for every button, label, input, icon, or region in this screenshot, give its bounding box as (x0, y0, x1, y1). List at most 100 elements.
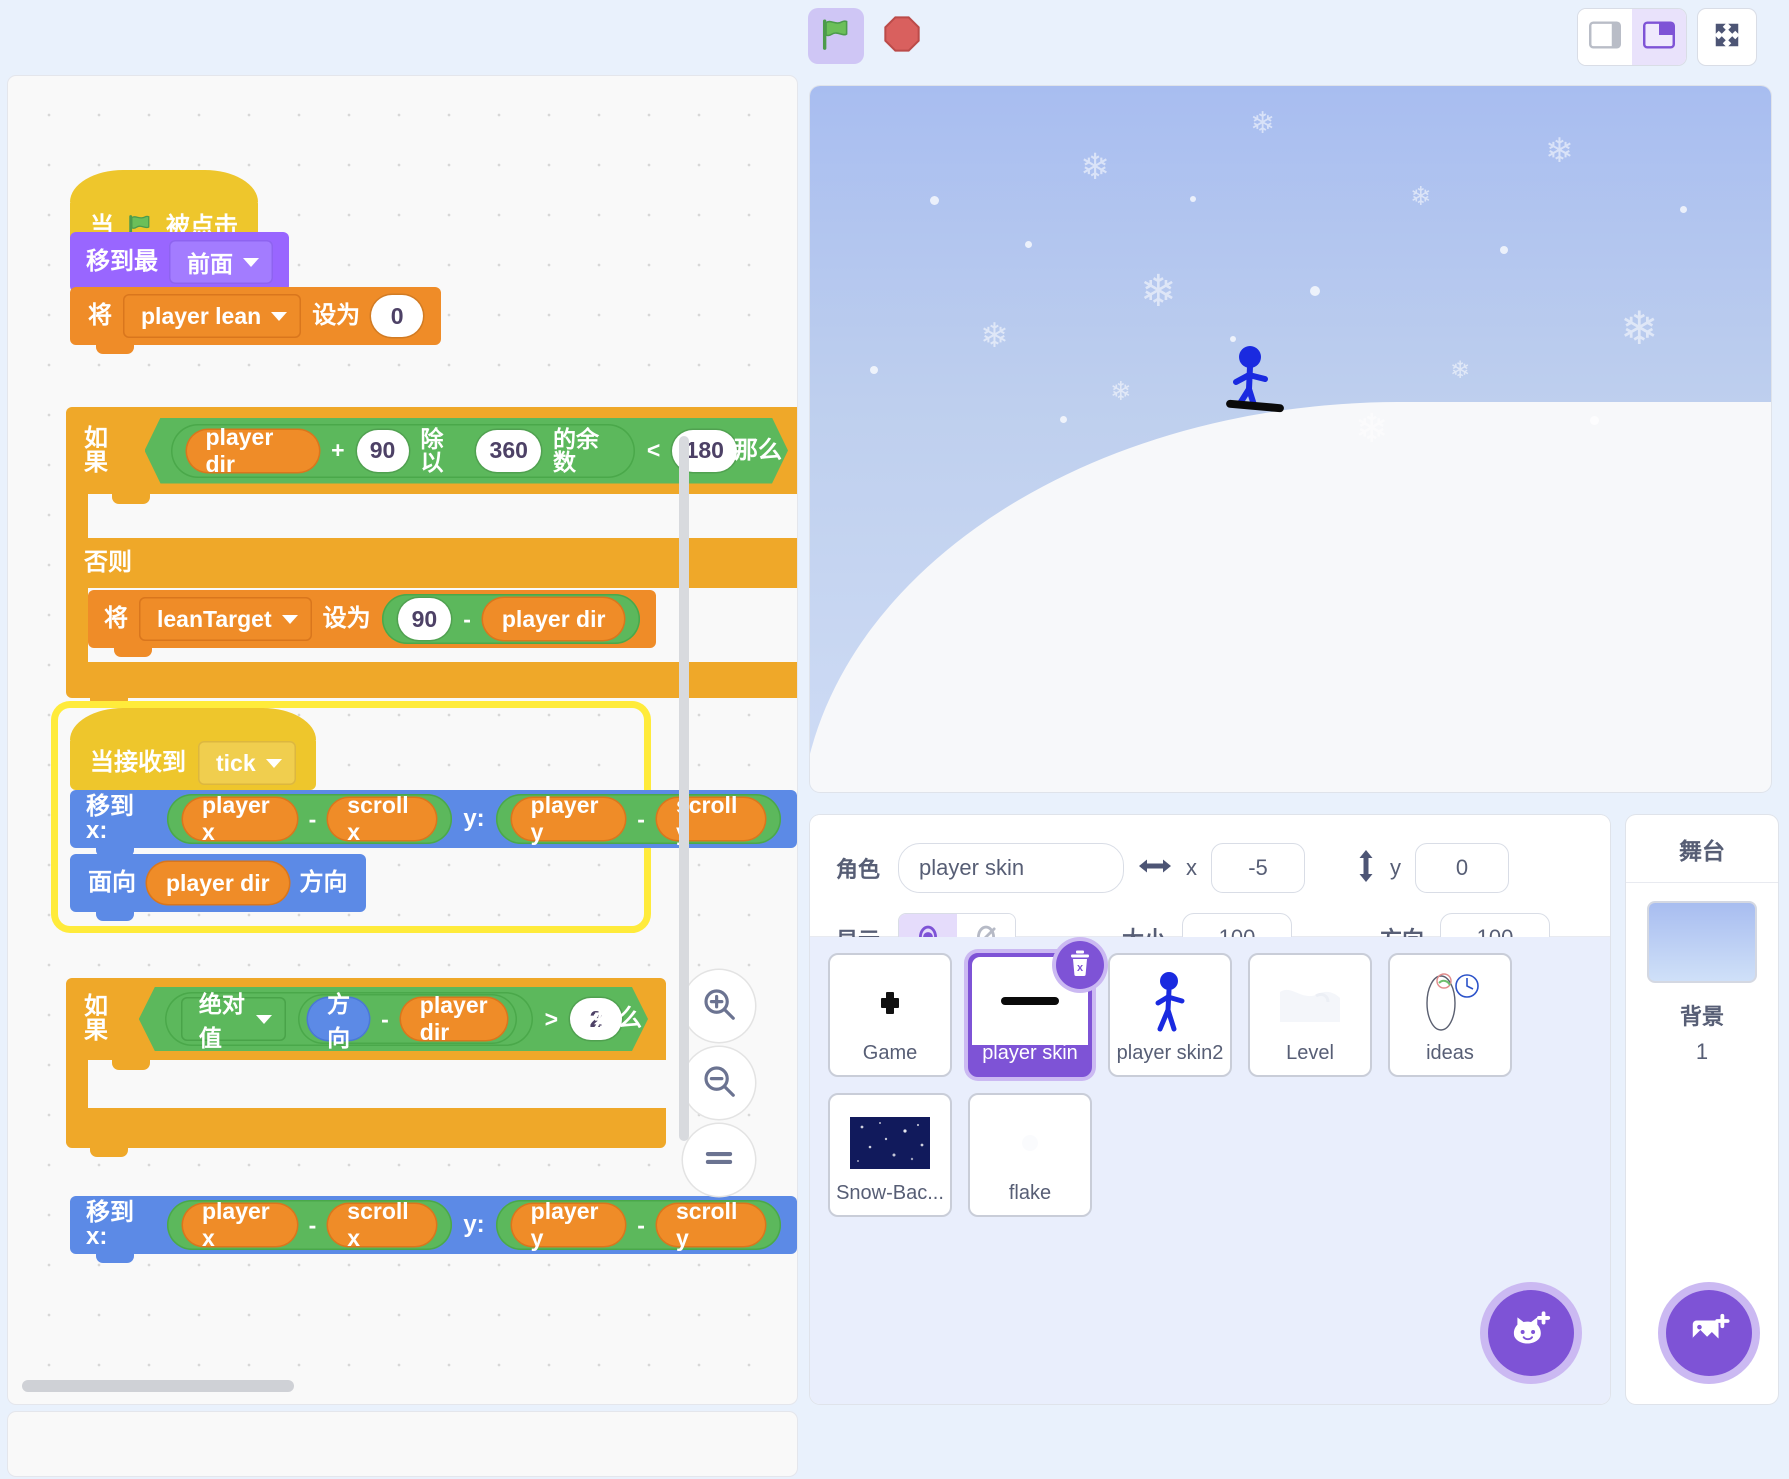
operator-subtract-y2[interactable]: player y - scroll y (495, 1198, 782, 1251)
layout-controls (1578, 9, 1756, 65)
zoom-in-button[interactable] (683, 970, 755, 1042)
divisor-input[interactable]: 360 (476, 430, 541, 472)
reporter-player-dir-3[interactable]: player dir (147, 862, 289, 904)
reporter-scroll-y[interactable]: scroll y (656, 792, 766, 845)
stage-canvas[interactable]: ❄ ❄ ❄ ❄ ❄ ❄ ❄ ❄ ❄ ❄ (810, 86, 1771, 792)
snowflake-icon: ❄ (1250, 107, 1276, 140)
workspace-scrollbar-horizontal[interactable] (22, 1380, 294, 1392)
snowflake-icon: ❄ (1140, 267, 1177, 316)
reporter-player-x-2[interactable]: player x (182, 1198, 297, 1251)
pale-terrain-icon (1250, 965, 1370, 1041)
zoom-in-icon (700, 985, 738, 1028)
small-stage-layout-icon (1589, 20, 1621, 54)
sprite-y-input[interactable]: 0 (1415, 843, 1509, 893)
hat-when-i-receive[interactable]: 当接收到 tick (70, 708, 316, 799)
operator-abs-compare[interactable]: 绝对值 方向 - player dir (165, 992, 533, 1046)
sprite-x-input[interactable]: -5 (1211, 843, 1305, 893)
sprite-card-game[interactable]: Game (828, 953, 952, 1077)
set-label-left: 将 (88, 302, 112, 329)
operator-mod[interactable]: player dir + 90 除以 360 的余数 (171, 424, 635, 478)
block-set-variable[interactable]: 将 player lean 设为 0 (70, 287, 442, 354)
sprite-card-label: player skin (982, 1042, 1078, 1064)
sprite-card-ideas[interactable]: ideas (1388, 953, 1512, 1077)
small-stage-button[interactable] (1578, 9, 1632, 65)
mod-label: 除以 (420, 425, 444, 475)
reporter-player-y[interactable]: player y (511, 792, 626, 845)
zoom-reset-button[interactable] (683, 1124, 755, 1196)
green-flag-button[interactable] (808, 8, 864, 64)
reporter-player-x[interactable]: player x (182, 792, 297, 845)
condition-greater-than[interactable]: 绝对值 方向 - player dir > 2 (139, 987, 648, 1051)
reporter-player-y-2[interactable]: player y (511, 1198, 626, 1251)
reporter-scroll-x[interactable]: scroll x (328, 792, 437, 845)
leantarget-dropdown[interactable]: leanTarget (139, 597, 312, 641)
variable-dropdown[interactable]: player lean (123, 294, 302, 338)
block-go-to-front[interactable]: 移到最 前面 (70, 232, 289, 301)
operator-subtract-x[interactable]: player x - scroll x (166, 792, 453, 845)
reporter-player-dir-4[interactable]: player dir (401, 998, 507, 1040)
block-if-abs[interactable]: 如果 绝对值 方向 - player dir > 2 那么 (66, 978, 666, 1157)
set-label-mid: 设为 (312, 302, 361, 329)
condition-less-than[interactable]: player dir + 90 除以 360 的余数 < 180 x (145, 418, 789, 484)
zoom-reset-icon (700, 1139, 738, 1182)
snowflake-icon: ❄ (1355, 407, 1389, 451)
zoom-out-button[interactable] (683, 1047, 755, 1119)
backdrop-thumbnail[interactable] (1647, 901, 1757, 983)
reporter-direction[interactable]: 方向 (308, 998, 369, 1040)
code-workspace[interactable]: 当 被点击 移到最 前面 将 player lean 设为 0 如果 playe… (8, 76, 797, 1404)
sprite-card-snow-background[interactable]: Snow-Bac... (828, 1093, 952, 1217)
set-value-input[interactable]: 0 (371, 295, 424, 337)
green-flag-icon (819, 17, 853, 56)
fullscreen-button[interactable] (1698, 9, 1756, 65)
operator-subtract[interactable]: 90 - player dir (381, 594, 641, 644)
block-go-to-xy-loose[interactable]: 移到 x: player x - scroll x y: player y - … (70, 1196, 797, 1263)
chevron-down-icon (243, 257, 259, 267)
add-sprite-button[interactable] (1488, 1290, 1574, 1376)
operator-subtract-dir[interactable]: 方向 - player dir (298, 994, 516, 1044)
point-label-left: 面向 (88, 869, 136, 896)
goto2-y-label: y: (463, 1211, 485, 1238)
workspace-scrollbar-vertical[interactable] (679, 436, 689, 1141)
addend-input[interactable]: 90 (357, 430, 409, 472)
message-dropdown[interactable]: tick (198, 741, 296, 785)
reporter-player-dir[interactable]: player dir (187, 430, 320, 472)
stop-sign-icon (882, 14, 922, 59)
reporter-scroll-y-2[interactable]: scroll y (656, 1198, 766, 1251)
sprite-y-row: y 0 (1356, 843, 1509, 893)
stop-button[interactable] (874, 8, 930, 64)
sprite-player[interactable] (1208, 344, 1298, 419)
minus-x-label: - (308, 805, 317, 832)
sprite-card-player-skin[interactable]: player skin x (968, 941, 1104, 1077)
reporter-player-dir-2[interactable]: player dir (482, 598, 625, 640)
snow-dot (1230, 336, 1236, 342)
minus-dir-label: - (381, 1005, 389, 1032)
add-backdrop-button[interactable] (1666, 1290, 1752, 1376)
sprite-card-level[interactable]: Level (1248, 953, 1372, 1077)
fullscreen-icon (1712, 20, 1742, 55)
block-set-leantarget[interactable]: 将 leanTarget 设为 90 - player dir (88, 590, 657, 657)
if-label: 如果 (84, 424, 108, 476)
stage-view[interactable]: ❄ ❄ ❄ ❄ ❄ ❄ ❄ ❄ ❄ ❄ (810, 86, 1771, 792)
operator-subtract-y[interactable]: player y - scroll y (495, 792, 782, 845)
goto-label: 移到 x: (86, 793, 134, 844)
when-receive-label: 当接收到 (90, 749, 186, 776)
cross-dot-icon (830, 965, 950, 1041)
sprite-x-label: x (1186, 855, 1197, 880)
gt-comparator-label: > (544, 1005, 558, 1032)
large-stage-button[interactable] (1632, 9, 1686, 65)
sprite-card-flake[interactable]: flake (968, 1093, 1092, 1217)
leantarget-dropdown-value: leanTarget (157, 605, 272, 632)
math-function-dropdown[interactable]: 绝对值 (181, 997, 286, 1041)
delete-sprite-button[interactable]: x (1056, 941, 1104, 989)
sprite-card-label: Game (862, 1042, 918, 1064)
sprite-card-label: Snow-Bac... (836, 1182, 944, 1204)
reporter-scroll-x-2[interactable]: scroll x (328, 1198, 437, 1251)
snowflake-icon: ❄ (1545, 132, 1574, 170)
sprite-name-input[interactable]: player skin (898, 843, 1125, 893)
minuend-input[interactable]: 90 (397, 598, 452, 640)
layer-dropdown[interactable]: 前面 (169, 240, 273, 284)
sprite-card-player-skin2[interactable]: player skin2 (1108, 953, 1232, 1077)
block-point-in-direction[interactable]: 面向 player dir 方向 (70, 854, 366, 921)
operator-subtract-x2[interactable]: player x - scroll x (166, 1198, 453, 1251)
stage-selector-panel[interactable]: 舞台 背景 1 (1626, 815, 1778, 1404)
